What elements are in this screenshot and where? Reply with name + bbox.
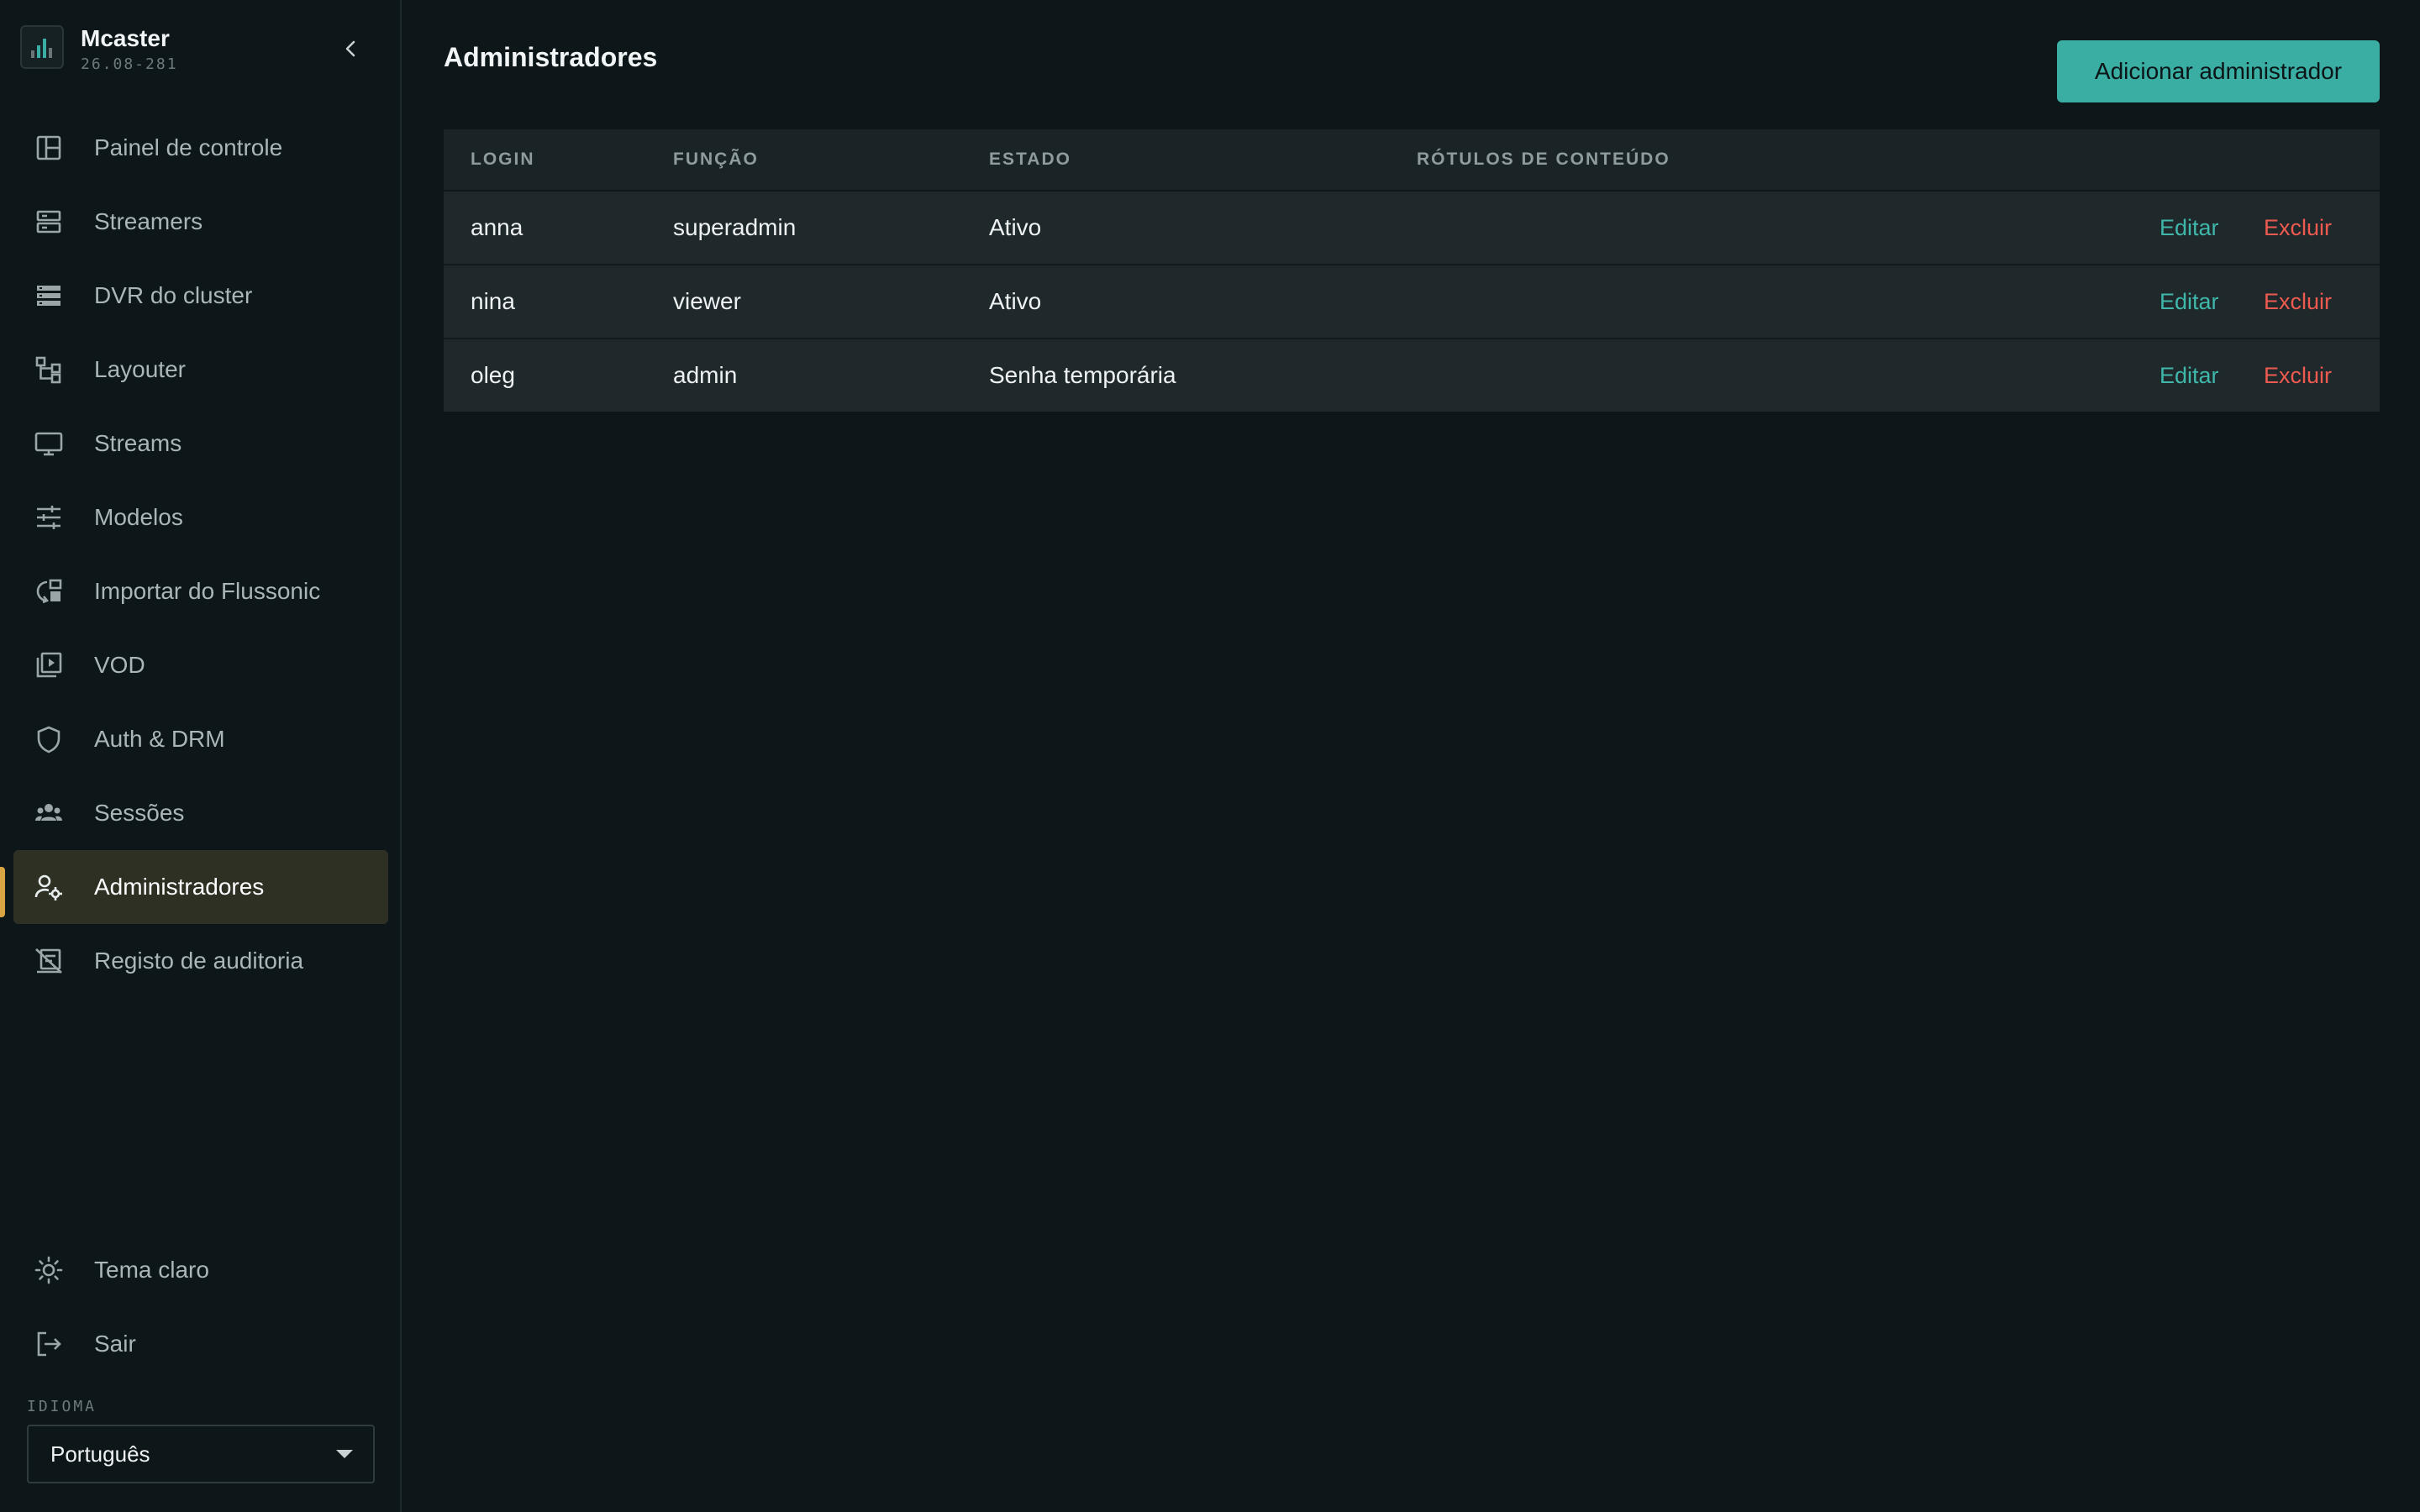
cell-role: admin <box>673 362 738 388</box>
sidebar-item-streamers[interactable]: Streamers <box>13 185 388 259</box>
logout-icon <box>37 1331 61 1357</box>
user-gear-icon <box>34 874 62 900</box>
active-nav-marker <box>0 867 5 917</box>
cell-state: Ativo <box>989 214 1042 240</box>
language-select[interactable]: Português <box>27 1425 375 1483</box>
sidebar-item-label: Administradores <box>94 874 265 900</box>
sidebar-item-layouter[interactable]: Layouter <box>13 333 388 407</box>
table-header: LOGIN FUNÇÃO ESTADO RÓTULOS DE CONTEÚDO <box>444 129 2380 192</box>
sidebar-item-sessoes[interactable]: Sessões <box>13 776 388 850</box>
cell-state: Ativo <box>989 288 1042 314</box>
sun-icon <box>34 1256 63 1284</box>
sidebar-item-label: Tema claro <box>94 1257 209 1283</box>
page-title: Administradores <box>444 42 658 72</box>
cell-state: Senha temporária <box>989 362 1176 388</box>
edit-button[interactable]: Editar <box>2160 192 2219 264</box>
language-select-value: Português <box>50 1441 150 1467</box>
sidebar-item-modelos[interactable]: Modelos <box>13 480 388 554</box>
sidebar-item-label: Painel de controle <box>94 134 283 160</box>
sidebar-item-label: VOD <box>94 652 145 678</box>
table-row: oleg admin Senha temporária Editar Exclu… <box>444 339 2380 412</box>
import-icon <box>36 579 62 604</box>
brand-name: Mcaster <box>81 25 170 51</box>
sidebar-item-label: Auth & DRM <box>94 726 225 752</box>
sidebar-item-administradores[interactable]: Administradores <box>13 850 388 924</box>
sidebar-item-label: Registo de auditoria <box>94 948 304 974</box>
cell-login: nina <box>471 288 515 314</box>
sidebar-item-label: Layouter <box>94 356 186 382</box>
add-administrator-button[interactable]: Adicionar administrador <box>2057 40 2380 102</box>
collapse-sidebar-button[interactable] <box>334 32 368 66</box>
sidebar-item-label: Sessões <box>94 800 185 826</box>
brand-version: 26.08-281 <box>81 55 178 73</box>
sidebar-item-label: Importar do Flussonic <box>94 578 321 604</box>
dashboard-icon <box>36 135 61 160</box>
table-row: anna superadmin Ativo Editar Excluir <box>444 192 2380 265</box>
storage-icon <box>37 286 60 306</box>
sidebar-item-registo-de-auditoria[interactable]: Registo de auditoria <box>13 924 388 998</box>
sidebar-bottom-nav: Tema claro Sair <box>13 1233 388 1381</box>
shield-icon <box>37 726 60 753</box>
chevron-left-icon <box>345 40 355 57</box>
delete-button[interactable]: Excluir <box>2264 265 2332 338</box>
administrators-table: LOGIN FUNÇÃO ESTADO RÓTULOS DE CONTEÚDO … <box>444 129 2380 412</box>
brand-logo-icon <box>20 25 64 69</box>
group-icon <box>35 804 62 821</box>
delete-button[interactable]: Excluir <box>2264 339 2332 412</box>
sidebar-item-painel-de-controle[interactable]: Painel de controle <box>13 111 388 185</box>
sidebar-nav: Painel de controle Streamers DVR do clus… <box>13 111 388 998</box>
sidebar-item-streams[interactable]: Streams <box>13 407 388 480</box>
column-header-login[interactable]: LOGIN <box>471 129 535 190</box>
delete-button[interactable]: Excluir <box>2264 192 2332 264</box>
sidebar-item-label: Sair <box>94 1331 136 1357</box>
sidebar-item-tema-claro[interactable]: Tema claro <box>13 1233 388 1307</box>
edit-button[interactable]: Editar <box>2160 339 2219 412</box>
sidebar-item-label: Modelos <box>94 504 183 530</box>
sidebar-item-sair[interactable]: Sair <box>13 1307 388 1381</box>
column-header-content-labels[interactable]: RÓTULOS DE CONTEÚDO <box>1417 129 1670 190</box>
audit-icon <box>35 948 62 974</box>
column-header-state[interactable]: ESTADO <box>989 129 1071 190</box>
cell-role: viewer <box>673 288 741 314</box>
sidebar-item-label: Streams <box>94 430 182 456</box>
sliders-icon <box>37 506 60 529</box>
sidebar: Mcaster 26.08-281 Painel de controle Str… <box>0 0 402 1512</box>
monitor-icon <box>34 432 63 456</box>
sidebar-item-label: DVR do cluster <box>94 282 253 308</box>
sidebar-item-auth-drm[interactable]: Auth & DRM <box>13 702 388 776</box>
sidebar-item-vod[interactable]: VOD <box>13 628 388 702</box>
edit-button[interactable]: Editar <box>2160 265 2219 338</box>
app: Mcaster 26.08-281 Painel de controle Str… <box>0 0 2420 1512</box>
layout-icon <box>35 356 61 384</box>
cell-login: anna <box>471 214 523 240</box>
sidebar-item-importar-do-flussonic[interactable]: Importar do Flussonic <box>13 554 388 628</box>
cell-role: superadmin <box>673 214 797 240</box>
brand: Mcaster 26.08-281 <box>20 25 373 73</box>
sidebar-item-label: Streamers <box>94 208 203 234</box>
table-row: nina viewer Ativo Editar Excluir <box>444 265 2380 339</box>
sidebar-item-dvr-do-cluster[interactable]: DVR do cluster <box>13 259 388 333</box>
cell-login: oleg <box>471 362 515 388</box>
caret-down-icon <box>336 1450 353 1458</box>
column-header-role[interactable]: FUNÇÃO <box>673 129 759 190</box>
language-label: IDIOMA <box>27 1398 97 1415</box>
video-library-icon <box>36 652 62 678</box>
server-icon <box>36 210 61 234</box>
